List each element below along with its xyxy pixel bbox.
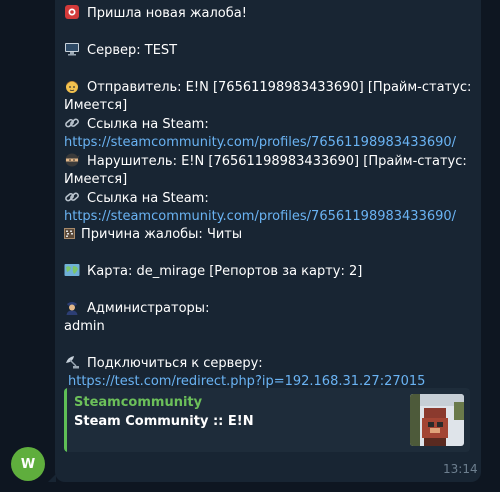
steam-link-line-1: Ссылка на Steam: [64,115,474,134]
steam-profile-link-2[interactable]: https://steamcommunity.com/profiles/7656… [64,209,456,224]
rotating-light-icon [65,5,79,19]
admins-label: Администраторы: [87,301,210,316]
reason-line: Причина жалобы: Читы [64,226,474,244]
satellite-antenna-icon [66,356,79,369]
desktop-computer-icon [65,43,79,56]
sender-line-cont: Имеется] [64,97,474,115]
avatar-initial: W [20,456,36,472]
connect-server-link[interactable]: https://test.com/redirect.php?ip=192.168… [68,374,425,389]
violator-text-2: Имеется] [64,172,128,187]
police-officer-icon [66,302,78,315]
violator-line: Нарушитель: E!N [76561198983433690] [Пра… [64,152,474,171]
steam-link-label-1: Ссылка на Steam: [87,117,209,132]
ninja-icon [65,153,80,167]
sender-text-2: Имеется] [64,98,128,113]
bubble-tail [48,474,56,482]
map-line: Карта: de_mirage [Репортов за карту: 2] [64,262,474,281]
chain-link-icon [65,118,79,128]
header-line: Пришла новая жалоба! [64,4,474,23]
preview-accent-bar [64,388,67,452]
chat-view: W Пришла новая жалоба! Сервер: TEST Отпр… [0,0,500,492]
sender-text-1: Отправитель: E!N [76561198983433690] [Пр… [87,80,472,95]
world-map-icon [64,264,80,276]
message-timestamp: 13:14 [443,462,478,476]
map-text: Карта: de_mirage [Репортов за карту: 2] [87,264,363,279]
admins-value: admin [64,319,105,334]
admins-line: Администраторы: [64,299,474,318]
steam-link-label-2: Ссылка на Steam: [87,191,209,206]
connect-line: Подключиться к серверу: [64,354,474,373]
steam-profile-link-1[interactable]: https://steamcommunity.com/profiles/7656… [64,135,456,150]
sender-line: Отправитель: E!N [76561198983433690] [Пр… [64,78,474,97]
header-text: Пришла новая жалоба! [87,6,247,21]
admins-value-line: admin [64,318,474,336]
chain-link-icon [65,192,79,202]
server-text: Сервер: TEST [87,43,178,58]
preview-thumbnail[interactable] [410,394,464,446]
message-text: Пришла новая жалоба! Сервер: TEST Отправ… [64,4,474,391]
preview-site-name: Steamcommunity [74,395,203,410]
steam-url-line-2: https://steamcommunity.com/profiles/7656… [64,208,474,226]
violator-line-cont: Имеется] [64,171,474,189]
connect-label: Подключиться к серверу: [87,356,263,371]
steam-link-line-2: Ссылка на Steam: [64,189,474,208]
reason-text: Причина жалобы: Читы [81,227,243,242]
abacus-icon [64,228,75,239]
steam-avatar-thumbnail [410,394,464,446]
server-line: Сервер: TEST [64,41,474,60]
preview-title: Steam Community :: E!N [74,414,254,429]
link-preview[interactable]: Steamcommunity Steam Community :: E!N [64,388,470,452]
steam-url-line-1: https://steamcommunity.com/profiles/7656… [64,134,474,152]
violator-text-1: Нарушитель: E!N [76561198983433690] [Пра… [87,154,467,169]
sender-avatar[interactable]: W [11,447,45,481]
person-face-icon [66,81,78,93]
